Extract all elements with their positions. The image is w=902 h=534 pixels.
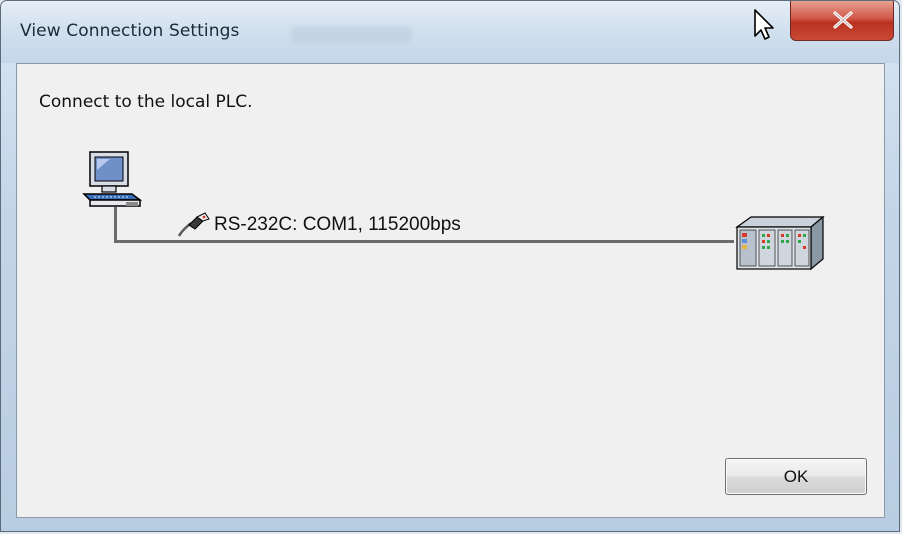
connection-settings-label: RS-232C: COM1, 115200bps <box>214 214 461 235</box>
instruction-text: Connect to the local PLC. <box>39 92 253 112</box>
connection-line-vertical <box>114 207 117 242</box>
title-bar[interactable]: View Connection Settings <box>1 1 899 63</box>
dialog-window: View Connection Settings Connect to the … <box>0 0 900 532</box>
serial-cable-icon <box>177 212 210 237</box>
dialog-body: Connect to the local PLC. RS-232C: COM1,… <box>16 63 885 518</box>
connection-line <box>114 240 734 243</box>
mouse-pointer-icon <box>754 9 774 40</box>
computer-icon <box>82 151 143 207</box>
close-icon <box>833 11 853 29</box>
ok-button[interactable]: OK <box>725 458 867 495</box>
plc-icon <box>735 215 825 271</box>
window-title: View Connection Settings <box>20 21 240 41</box>
close-button[interactable] <box>790 1 894 41</box>
title-bar-background-blur <box>291 27 411 43</box>
